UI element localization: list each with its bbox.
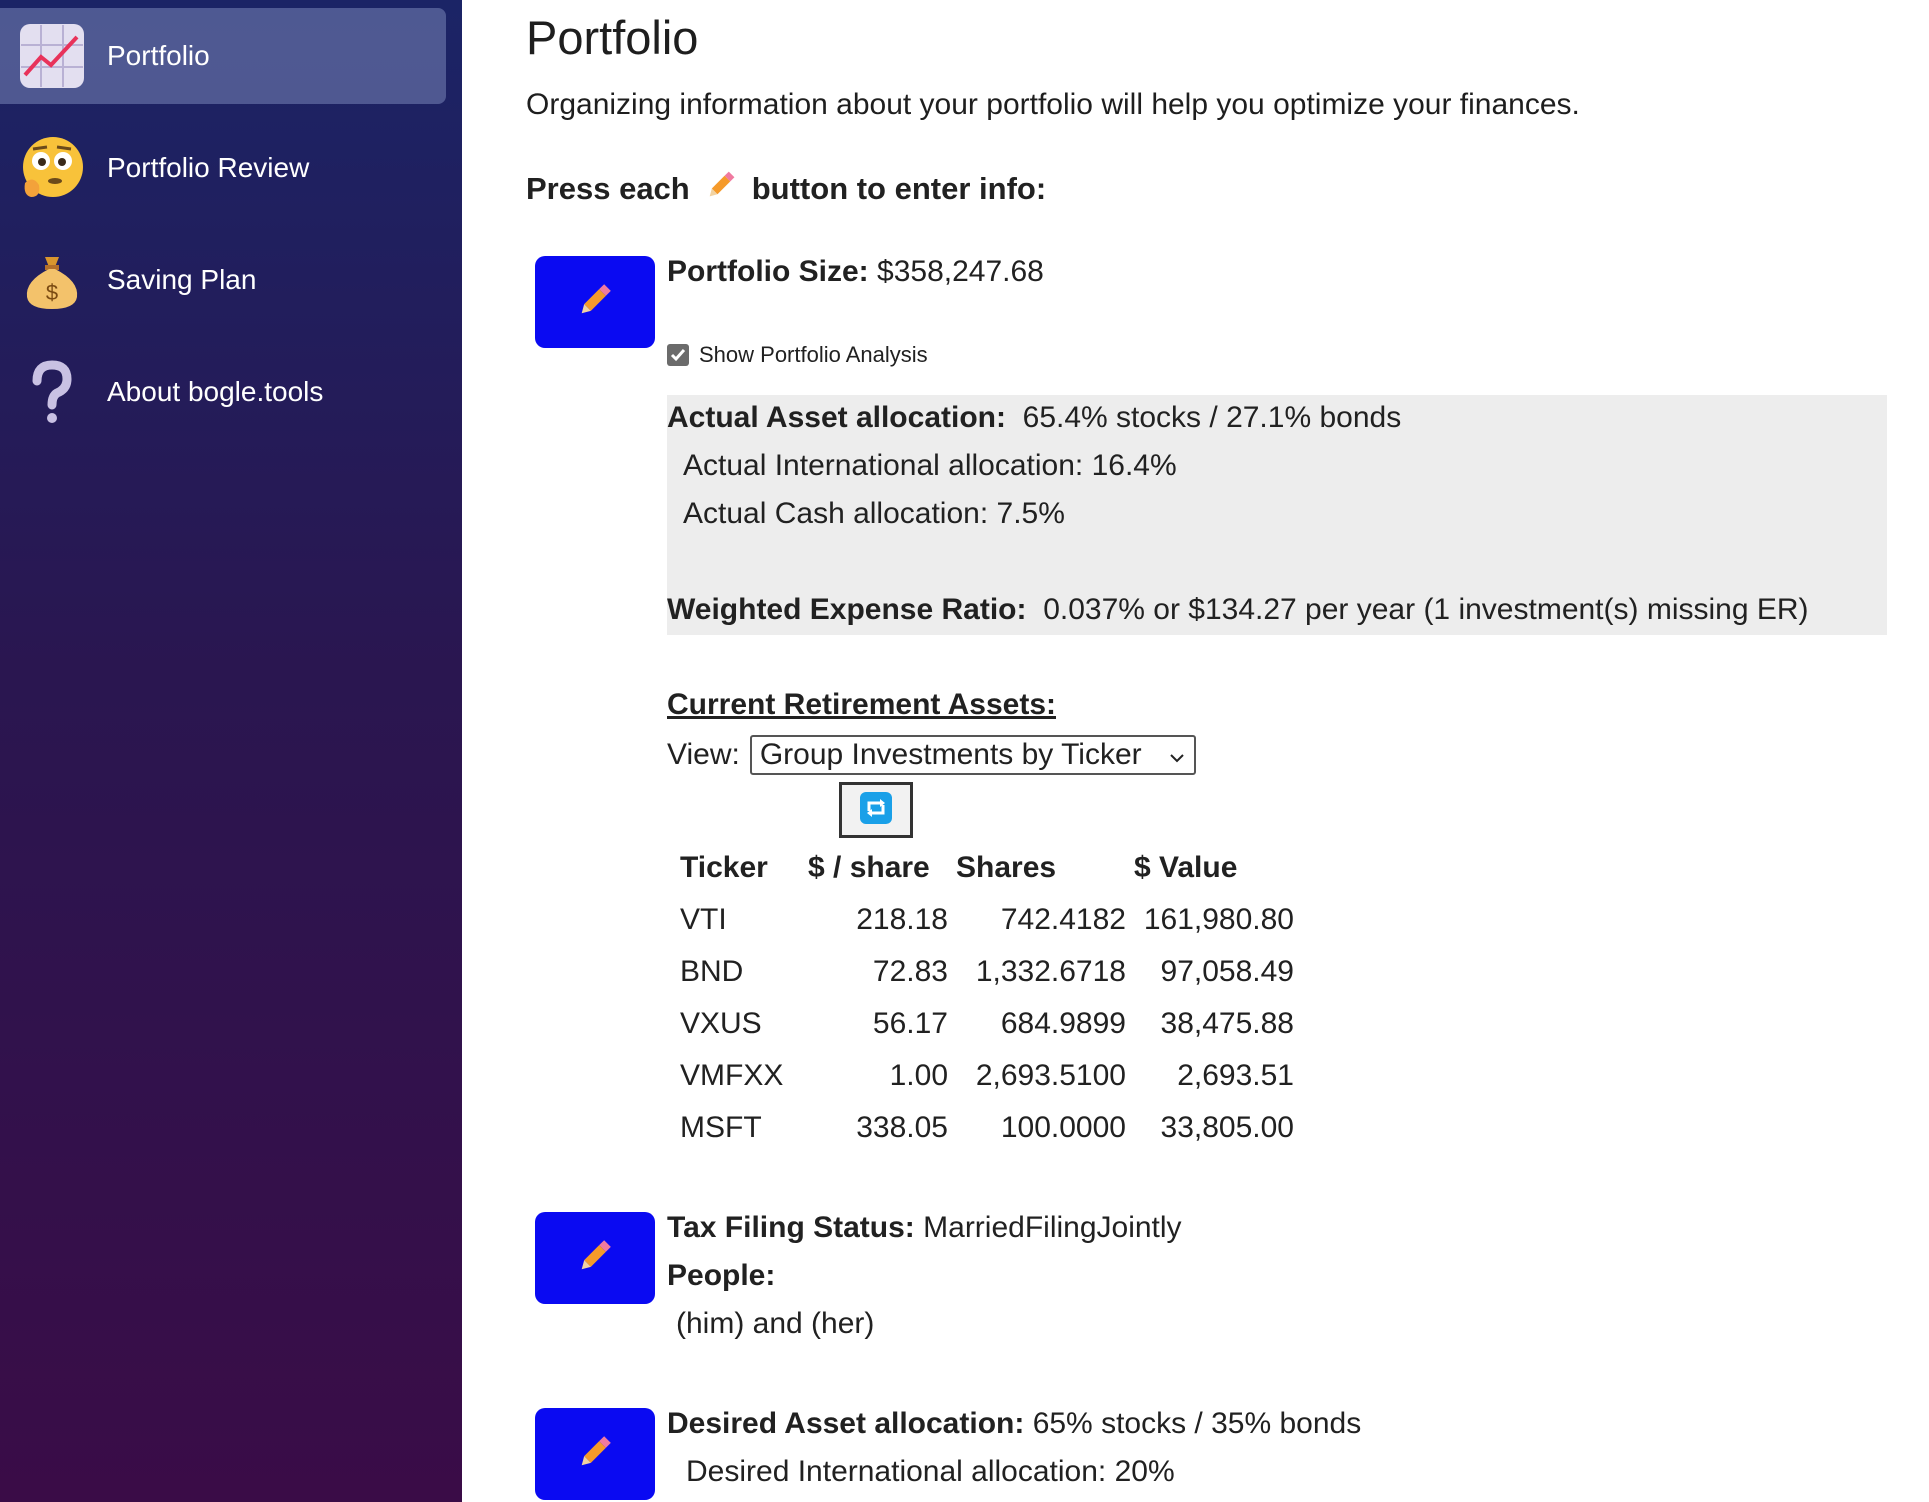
actual-international: Actual International allocation: 16.4% — [683, 449, 1177, 482]
table-header-row: Ticker $ / share Shares $ Value — [680, 842, 1302, 894]
svg-text:$: $ — [46, 280, 58, 305]
people-label: People: — [667, 1259, 775, 1293]
table-row: BND 72.83 1,332.6718 97,058.49 — [680, 946, 1302, 998]
expense-ratio: Weighted Expense Ratio: 0.037% or $134.2… — [667, 593, 1809, 627]
ticker-cell: VMFXX — [680, 1059, 784, 1092]
intro-text: Organizing information about your portfo… — [526, 88, 1580, 121]
thinking-face-icon — [19, 135, 85, 201]
analysis-panel: Actual Asset allocation: 65.4% stocks / … — [667, 395, 1887, 635]
tax-filing-value: MarriedFilingJointly — [923, 1211, 1182, 1244]
sidebar-item-portfolio[interactable]: Portfolio — [0, 8, 446, 104]
people-value: (him) and (her) — [676, 1307, 875, 1340]
instruction-prefix: Press each — [526, 171, 690, 206]
sidebar-item-label: Portfolio — [107, 40, 210, 71]
sidebar-item-label: About bogle.tools — [107, 376, 324, 407]
actual-allocation-value: 65.4% stocks / 27.1% bonds — [1022, 401, 1402, 434]
shares-cell: 1,332.6718 — [975, 955, 1126, 988]
ticker-cell: MSFT — [680, 1111, 762, 1144]
shares-cell: 684.9899 — [1000, 1007, 1126, 1040]
value-cell: 38,475.88 — [1160, 1007, 1294, 1040]
column-header: $ / share — [808, 851, 930, 884]
value-cell: 97,058.49 — [1160, 955, 1294, 988]
view-label: View: — [667, 738, 740, 771]
portfolio-size-value: $358,247.68 — [877, 255, 1044, 288]
show-analysis-checkbox[interactable] — [667, 344, 689, 366]
sidebar-item-portfolio-review[interactable]: Portfolio Review — [0, 120, 446, 216]
column-header: $ Value — [1134, 851, 1238, 884]
ticker-cell: BND — [680, 955, 744, 988]
desired-allocation-value: 65% stocks / 35% bonds — [1032, 1407, 1362, 1440]
actual-cash: Actual Cash allocation: 7.5% — [683, 497, 1065, 530]
column-header: Shares — [956, 851, 1057, 884]
edit-portfolio-button[interactable] — [535, 256, 655, 348]
actual-allocation-label: Actual Asset allocation: — [667, 401, 1006, 434]
sidebar: Portfolio Portfolio Review $ Saving Plan — [0, 0, 462, 1502]
pencil-icon — [575, 1432, 615, 1477]
desired-asset-allocation: Desired Asset allocation: 65% stocks / 3… — [667, 1407, 1361, 1441]
table-row: VXUS 56.17 684.9899 38,475.88 — [680, 998, 1302, 1050]
main-content: Portfolio Organizing information about y… — [526, 0, 1906, 1502]
table-row: MSFT 338.05 100.0000 33,805.00 — [680, 1102, 1302, 1154]
view-select[interactable]: Group Investments by Ticker — [749, 735, 1196, 777]
expense-ratio-value: 0.037% or $134.27 per year (1 investment… — [1043, 593, 1809, 626]
price-cell: 338.05 — [856, 1111, 948, 1144]
value-cell: 2,693.51 — [1177, 1059, 1294, 1092]
money-bag-icon: $ — [19, 247, 85, 313]
value-cell: 33,805.00 — [1160, 1111, 1294, 1144]
view-select-value: Group Investments by Ticker — [759, 738, 1142, 771]
holdings-table: Ticker $ / share Shares $ Value VTI 218.… — [680, 842, 1302, 1154]
edit-desired-allocation-button[interactable] — [535, 1408, 655, 1500]
expense-ratio-label: Weighted Expense Ratio: — [667, 593, 1027, 626]
shares-cell: 100.0000 — [1000, 1111, 1126, 1144]
view-row: View: Group Investments by Ticker — [667, 735, 1196, 775]
portfolio-size-label: Portfolio Size: — [667, 255, 869, 288]
table-row: VTI 218.18 742.4182 161,980.80 — [680, 894, 1302, 946]
refresh-icon — [859, 791, 893, 830]
tax-filing-status: Tax Filing Status: MarriedFilingJointly — [667, 1211, 1182, 1245]
tax-filing-label: Tax Filing Status: — [667, 1211, 915, 1244]
edit-tax-button[interactable] — [535, 1212, 655, 1304]
desired-allocation-label: Desired Asset allocation: — [667, 1407, 1025, 1440]
pencil-icon — [575, 1236, 615, 1281]
sidebar-item-label: Portfolio Review — [107, 152, 310, 183]
instruction-text: Press each button to enter info: — [526, 168, 1046, 210]
price-cell: 1.00 — [889, 1059, 948, 1092]
table-row: VMFXX 1.00 2,693.5100 2,693.51 — [680, 1050, 1302, 1102]
instruction-suffix: button to enter info: — [751, 171, 1047, 206]
assets-heading: Current Retirement Assets: — [667, 688, 1056, 721]
price-cell: 218.18 — [856, 903, 948, 936]
chart-icon — [19, 23, 85, 89]
ticker-cell: VTI — [680, 903, 727, 936]
refresh-button[interactable] — [839, 782, 913, 838]
question-mark-icon — [19, 359, 85, 425]
shares-cell: 2,693.5100 — [975, 1059, 1126, 1092]
column-header: Ticker — [680, 851, 768, 884]
page-title: Portfolio — [526, 11, 699, 64]
show-analysis-row: Show Portfolio Analysis — [667, 342, 928, 368]
sidebar-item-label: Saving Plan — [107, 264, 257, 295]
portfolio-size: Portfolio Size: $358,247.68 — [667, 255, 1044, 289]
price-cell: 72.83 — [872, 955, 948, 988]
sidebar-item-about[interactable]: About bogle.tools — [0, 344, 446, 440]
price-cell: 56.17 — [872, 1007, 948, 1040]
actual-asset-allocation: Actual Asset allocation: 65.4% stocks / … — [667, 401, 1401, 435]
pencil-icon — [704, 168, 738, 210]
show-analysis-label: Show Portfolio Analysis — [699, 342, 928, 367]
shares-cell: 742.4182 — [1000, 903, 1126, 936]
pencil-icon — [575, 280, 615, 325]
people-label-text: People: — [667, 1259, 776, 1292]
value-cell: 161,980.80 — [1143, 903, 1294, 936]
chevron-down-icon — [1166, 743, 1188, 777]
desired-international: Desired International allocation: 20% — [686, 1455, 1175, 1488]
sidebar-item-saving-plan[interactable]: $ Saving Plan — [0, 232, 446, 328]
ticker-cell: VXUS — [680, 1007, 762, 1040]
